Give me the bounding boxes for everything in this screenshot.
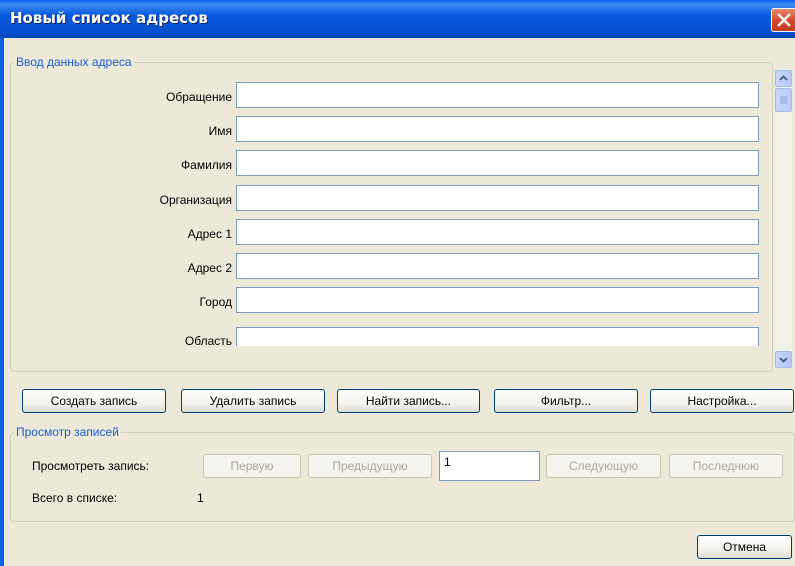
window-frame xyxy=(0,38,4,566)
total-records-label: Всего в списке: xyxy=(32,491,118,505)
record-number-input[interactable]: 1 xyxy=(439,451,540,481)
field-input-address-1[interactable] xyxy=(236,219,759,245)
scroll-down-button[interactable] xyxy=(775,351,792,368)
delete-record-button[interactable]: Удалить запись xyxy=(181,389,325,413)
previous-record-button[interactable]: Предыдущую xyxy=(308,454,432,478)
customize-button[interactable]: Настройка... xyxy=(650,389,794,413)
field-label-city: Город xyxy=(199,295,232,309)
field-label-first-name: Имя xyxy=(208,124,232,138)
window-title: Новый список адресов xyxy=(10,9,208,27)
field-input-organization[interactable] xyxy=(236,185,759,211)
cancel-button[interactable]: Отмена xyxy=(697,535,792,559)
scroll-thumb[interactable] xyxy=(775,88,792,112)
field-label-last-name: Фамилия xyxy=(181,158,232,172)
grip-icon xyxy=(780,96,787,104)
field-label-address-2: Адрес 2 xyxy=(187,261,232,275)
filter-button[interactable]: Фильтр... xyxy=(494,389,638,413)
fields-scrollbar[interactable] xyxy=(775,70,792,368)
field-input-salutation[interactable] xyxy=(236,82,759,108)
field-input-city[interactable] xyxy=(236,287,759,313)
close-button[interactable] xyxy=(771,8,795,32)
next-record-button[interactable]: Следующую xyxy=(546,454,661,478)
total-records-value: 1 xyxy=(197,491,204,505)
last-record-button[interactable]: Последнюю xyxy=(669,454,783,478)
first-record-button[interactable]: Первую xyxy=(203,454,301,478)
address-entry-legend: Ввод данных адреса xyxy=(14,55,134,69)
chevron-down-icon xyxy=(779,357,788,363)
scroll-up-button[interactable] xyxy=(775,70,792,87)
field-label-salutation: Обращение xyxy=(166,90,232,104)
create-record-button[interactable]: Создать запись xyxy=(22,389,166,413)
field-label-region: Область xyxy=(184,334,232,346)
field-label-organization: Организация xyxy=(159,193,232,207)
title-bar: Новый список адресов xyxy=(0,0,795,38)
close-icon xyxy=(777,13,791,27)
view-record-label: Просмотреть запись: xyxy=(32,459,150,473)
field-input-last-name[interactable] xyxy=(236,150,759,176)
field-input-first-name[interactable] xyxy=(236,116,759,142)
view-records-legend: Просмотр записей xyxy=(14,425,121,439)
field-input-address-2[interactable] xyxy=(236,253,759,279)
address-fields-viewport: Обращение Имя Фамилия Организация Адрес … xyxy=(20,78,765,346)
find-record-button[interactable]: Найти запись... xyxy=(337,389,480,413)
field-input-region[interactable] xyxy=(236,327,759,346)
chevron-up-icon xyxy=(779,75,788,81)
field-label-address-1: Адрес 1 xyxy=(187,227,232,241)
